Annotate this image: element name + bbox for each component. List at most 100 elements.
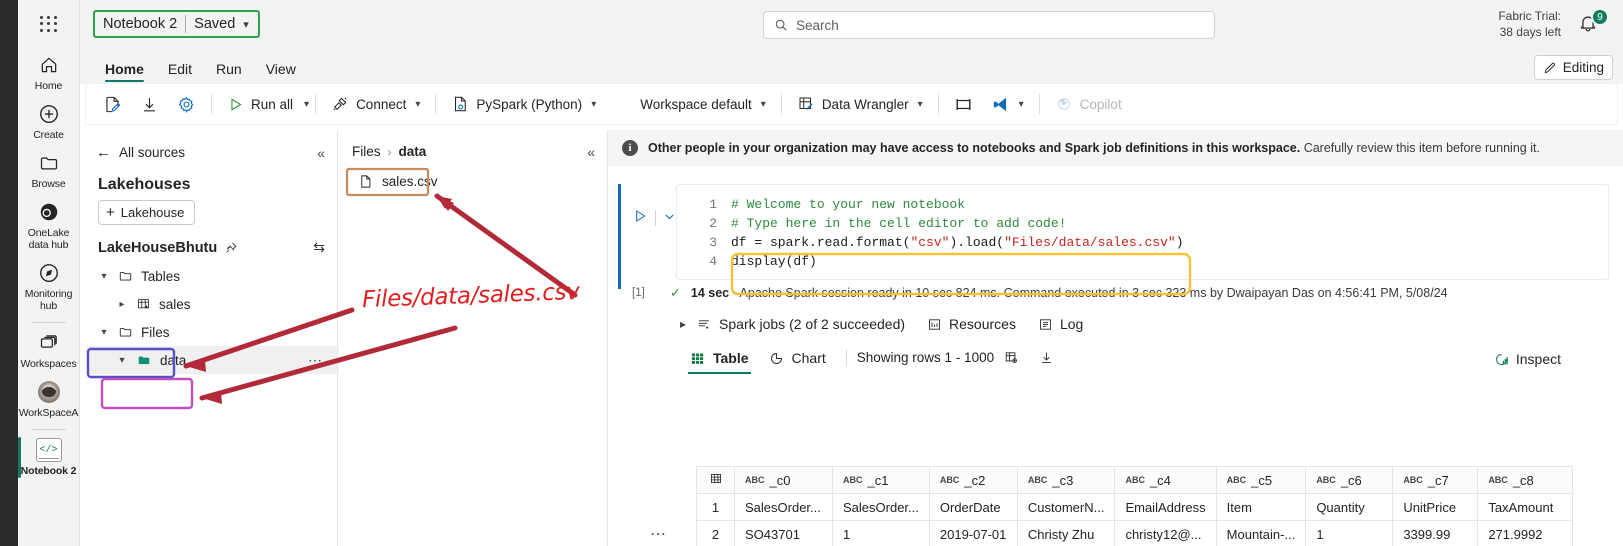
chevron-down-icon: ▾ — [101, 270, 107, 282]
run-cell-icon[interactable] — [632, 208, 648, 228]
data-wrangler-label: Data Wrangler — [821, 96, 909, 112]
explorer-title: Lakehouses — [98, 176, 191, 193]
add-lakehouse-button[interactable]: + Lakehouse — [98, 200, 196, 225]
column-type-tag: ABC — [1125, 475, 1145, 485]
settings-button[interactable] — [168, 90, 205, 119]
environment-caret-icon[interactable]: ▾ — [761, 99, 766, 110]
sidebar-item-create[interactable]: Create — [18, 96, 80, 145]
code-line: 3 df = spark.read.format("csv").load("Fi… — [677, 233, 1608, 252]
editing-mode-button[interactable]: Editing — [1533, 55, 1613, 80]
tab-home[interactable]: Home — [93, 61, 156, 84]
showing-rows-group: Showing rows 1 - 1000 — [857, 350, 1054, 372]
connect-caret-icon[interactable]: ▾ — [415, 99, 420, 110]
notifications-button[interactable]: 9 — [1577, 8, 1609, 38]
column-header-c6[interactable]: ABC _c6 — [1305, 466, 1394, 494]
connect-button[interactable]: Connect ▾ — [322, 90, 429, 118]
cell: CustomerN... — [1016, 493, 1116, 521]
back-arrow-icon[interactable]: ← — [96, 144, 111, 161]
column-header-c4[interactable]: ABC _c4 — [1114, 466, 1217, 494]
collapse-explorer-icon[interactable]: « — [317, 145, 325, 161]
plus-icon: + — [106, 204, 115, 221]
sidebar-item-onelake-data-hub[interactable]: OneLake data hub — [18, 194, 80, 255]
data-wrangler-button[interactable]: Data Wrangler ▾ — [788, 90, 932, 118]
cell-more-chevron-icon[interactable] — [663, 210, 676, 227]
sidebar-item-workspacea[interactable]: WorkSpaceA — [18, 374, 80, 423]
column-header-c3[interactable]: ABC _c3 — [1016, 466, 1116, 494]
tab-edit[interactable]: Edit — [156, 61, 204, 84]
inspect-label: Inspect — [1515, 351, 1561, 367]
sidebar-item-workspaces[interactable]: Workspaces — [18, 325, 80, 374]
workspace-warning-bar: i Other people in your organization may … — [608, 130, 1623, 166]
column-header-c0[interactable]: ABC _c0 — [734, 466, 833, 494]
column-header-c7[interactable]: ABC _c7 — [1392, 466, 1479, 494]
vscode-caret-icon[interactable]: ▾ — [1019, 99, 1024, 110]
edit-file-button[interactable] — [94, 90, 131, 119]
vscode-button[interactable]: ▾ — [982, 90, 1033, 119]
resources-button[interactable]: Resources — [927, 316, 1016, 332]
sidebar-item-monitoring-hub[interactable]: Monitoring hub — [18, 255, 80, 316]
table-row[interactable]: 1 SalesOrder... SalesOrder... OrderDate … — [696, 493, 1574, 521]
sidebar-item-notebook-2[interactable]: </> Notebook 2 — [17, 432, 80, 481]
app-launcher-icon[interactable] — [38, 13, 60, 35]
folder-filled-icon — [138, 356, 150, 365]
sidebar-item-browse[interactable]: Browse — [18, 145, 80, 194]
run-all-caret-icon[interactable]: ▾ — [304, 99, 309, 110]
column-header-c5[interactable]: ABC _c5 — [1215, 466, 1307, 494]
breadcrumb-files[interactable]: Files — [352, 144, 381, 159]
search-placeholder: Search — [796, 17, 839, 33]
collapse-files-pane-icon[interactable]: « — [587, 144, 595, 160]
home-icon — [36, 53, 62, 77]
result-data-grid[interactable]: ABC _c0 ABC _c1 ABC _c2 ABC _c3 ABC _c4 ABC _c… — [696, 466, 1623, 546]
cell: Christy Zhu — [1016, 520, 1116, 546]
add-lakehouse-label: Lakehouse — [120, 205, 185, 220]
chevron-right-icon: ▸ — [119, 298, 125, 310]
sidebar-item-home[interactable]: Home — [18, 47, 80, 96]
breadcrumb-data[interactable]: data — [399, 144, 427, 159]
table-row[interactable]: 2 SO43701 1 2019-07-01 Christy Zhu chris… — [696, 520, 1574, 546]
code-line: 1 # Welcome to your new notebook — [677, 195, 1608, 214]
cell: UnitPrice — [1392, 493, 1479, 521]
file-item-sales-csv[interactable]: sales.csv — [350, 169, 607, 194]
language-caret-icon[interactable]: ▾ — [591, 99, 596, 110]
run-all-button[interactable]: Run all — [218, 91, 302, 118]
tab-table[interactable]: Table — [680, 346, 759, 375]
switch-lakehouse-icon[interactable]: ⇆ — [313, 239, 325, 256]
row-more-options-icon[interactable]: ⋯ — [308, 352, 323, 369]
notebook-canvas: i Other people in your organization may … — [608, 130, 1623, 546]
search-input[interactable]: Search — [763, 11, 1215, 39]
environment-button[interactable]: Workspace default ▾ — [631, 92, 775, 117]
output-more-options-icon[interactable]: ⋯ — [650, 524, 668, 544]
code-line: 4 display(df) — [677, 252, 1608, 271]
plus-circle-icon — [36, 102, 62, 126]
column-name: _c2 — [964, 472, 986, 488]
all-sources-label[interactable]: All sources — [119, 145, 185, 160]
cell: christy12@... — [1114, 520, 1217, 546]
lakehouse-row[interactable]: LakeHouseBhutu ⇆ — [86, 225, 337, 262]
copilot-icon — [1057, 98, 1070, 110]
tree-item-sales[interactable]: ▸ sales — [86, 290, 337, 318]
copilot-button[interactable]: Copilot — [1046, 90, 1131, 118]
column-header-c2[interactable]: ABC _c2 — [928, 466, 1018, 494]
spark-jobs-button[interactable]: Spark jobs (2 of 2 succeeded) — [696, 316, 905, 332]
column-header-c8[interactable]: ABC _c8 — [1477, 466, 1574, 494]
file-icon — [361, 175, 371, 188]
tab-run[interactable]: Run — [204, 61, 254, 84]
layout-button[interactable] — [945, 90, 982, 119]
column-header-c1[interactable]: ABC _c1 — [832, 466, 930, 494]
tree-item-files[interactable]: ▾ Files — [86, 318, 337, 346]
log-button[interactable]: Log — [1038, 316, 1083, 332]
download-button[interactable] — [131, 90, 168, 119]
language-button[interactable]: PySpark (Python) ▾ — [442, 90, 605, 118]
chevron-down-icon[interactable]: ▾ — [243, 18, 249, 31]
sidebar-item-label: WorkSpaceA — [18, 407, 79, 419]
tree-item-tables[interactable]: ▾ Tables — [86, 262, 337, 290]
chevron-right-icon[interactable]: ▸ — [680, 317, 686, 331]
data-wrangler-caret-icon[interactable]: ▾ — [918, 99, 923, 110]
code-text: # Type here in the cell editor to add co… — [731, 216, 1067, 231]
tab-view[interactable]: View — [254, 61, 308, 84]
notebook-title-group[interactable]: Notebook 2 Saved ▾ — [93, 10, 260, 38]
tab-chart[interactable]: Chart — [759, 346, 836, 375]
inspect-button[interactable]: Inspect — [1494, 351, 1561, 367]
tree-item-data[interactable]: ▾ data ⋯ — [86, 346, 337, 374]
code-editor[interactable]: 1 # Welcome to your new notebook 2 # Typ… — [676, 184, 1609, 280]
